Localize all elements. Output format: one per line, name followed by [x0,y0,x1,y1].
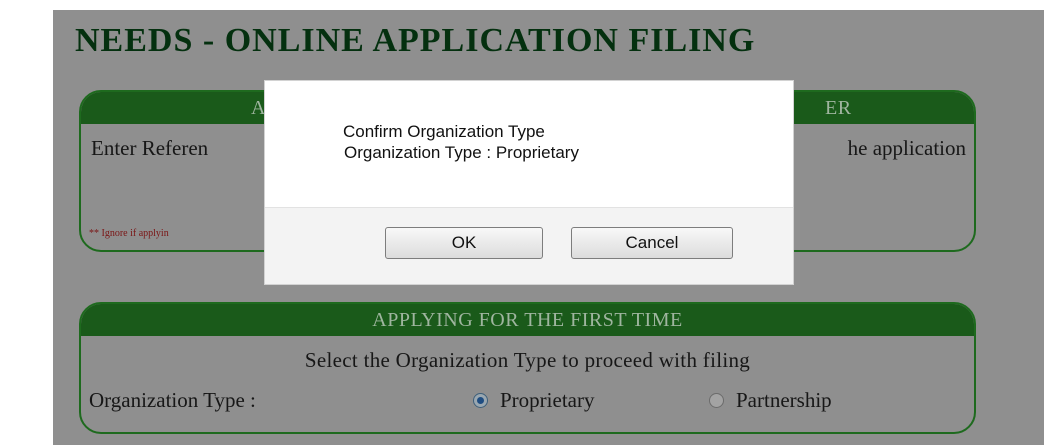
reference-note: ** Ignore if applyin [89,228,169,239]
ok-button[interactable]: OK [385,227,543,259]
dialog-message-line1: Confirm Organization Type [343,122,545,141]
dialog-message: Confirm Organization Type Organization T… [343,121,579,163]
dialog-message-line2: Organization Type : Proprietary [344,143,579,162]
radio-option-proprietary[interactable]: Proprietary [473,388,594,413]
radio-option-partnership[interactable]: Partnership [709,388,832,413]
radio-checked-icon[interactable] [473,393,488,408]
page-title: NEEDS - ONLINE APPLICATION FILING [75,22,756,59]
reference-header-right: ER [825,97,852,119]
first-time-panel: APPLYING FOR THE FIRST TIME Select the O… [79,302,976,434]
first-time-subtitle: Select the Organization Type to proceed … [304,348,751,372]
radio-label-proprietary: Proprietary [500,388,595,412]
first-time-panel-header: APPLYING FOR THE FIRST TIME [81,304,974,336]
cancel-button[interactable]: Cancel [571,227,733,259]
organization-type-row: Organization Type : Proprietary Partners… [89,388,964,416]
radio-unchecked-icon[interactable] [709,393,724,408]
dialog-footer: OK Cancel [265,207,793,284]
organization-type-label: Organization Type : [89,388,256,412]
reference-text-right: he application [847,136,966,160]
reference-text-left: Enter Referen [91,136,209,160]
radio-label-partnership: Partnership [736,388,832,412]
confirm-dialog: Confirm Organization Type Organization T… [264,80,794,285]
